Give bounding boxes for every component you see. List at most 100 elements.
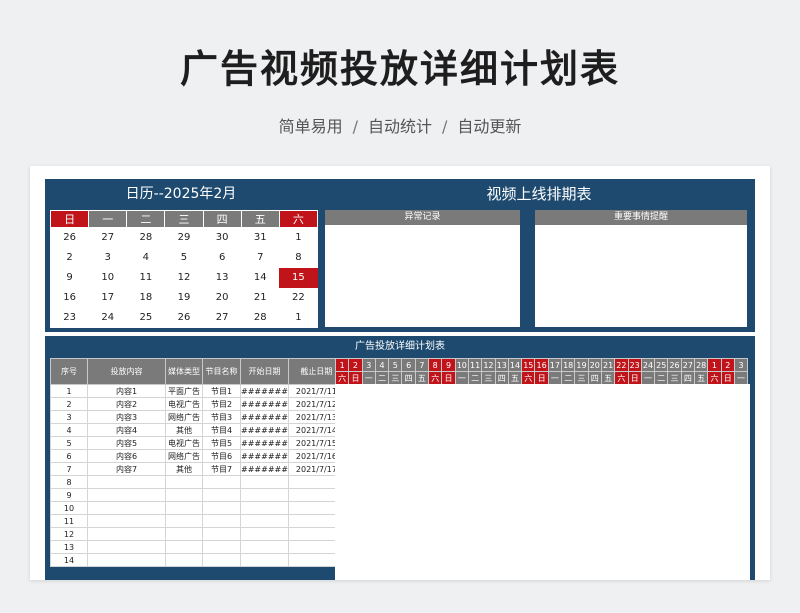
calendar-day[interactable]: 17 — [89, 288, 127, 308]
table-cell[interactable]: 内容5 — [87, 436, 166, 450]
table-cell[interactable]: 节目5 — [202, 436, 241, 450]
table-cell[interactable]: 8 — [50, 475, 88, 489]
table-cell[interactable]: 节目6 — [202, 449, 241, 463]
table-cell[interactable] — [165, 527, 203, 541]
table-cell[interactable]: 5 — [50, 436, 88, 450]
table-cell[interactable]: 网络广告 — [165, 449, 203, 463]
table-cell[interactable] — [202, 553, 241, 567]
table-cell[interactable]: 网络广告 — [165, 410, 203, 424]
table-cell[interactable]: 6 — [50, 449, 88, 463]
calendar-day[interactable]: 9 — [51, 268, 89, 288]
calendar-day[interactable]: 8 — [279, 248, 317, 268]
table-cell[interactable]: 14 — [50, 553, 88, 567]
table-cell[interactable] — [165, 475, 203, 489]
calendar-day-today[interactable]: 15 — [279, 267, 318, 288]
calendar-day[interactable]: 23 — [51, 308, 89, 328]
calendar-day[interactable]: 13 — [203, 268, 241, 288]
table-cell[interactable] — [240, 488, 289, 502]
calendar-day[interactable]: 1 — [279, 308, 317, 328]
calendar-day[interactable]: 26 — [165, 308, 203, 328]
table-cell[interactable]: 4 — [50, 423, 88, 437]
table-cell[interactable] — [87, 553, 166, 567]
calendar-day[interactable]: 19 — [165, 288, 203, 308]
table-cell[interactable]: ####### — [240, 462, 289, 476]
gantt-body[interactable] — [335, 384, 750, 580]
calendar-day[interactable]: 29 — [165, 228, 203, 248]
abnormal-records-box[interactable]: 异常记录 — [325, 210, 520, 327]
table-cell[interactable] — [240, 553, 289, 567]
calendar-day[interactable]: 28 — [127, 228, 165, 248]
table-cell[interactable] — [165, 540, 203, 554]
table-cell[interactable] — [87, 475, 166, 489]
table-cell[interactable]: 3 — [50, 410, 88, 424]
table-cell[interactable] — [202, 540, 241, 554]
table-cell[interactable]: 11 — [50, 514, 88, 528]
table-cell[interactable] — [165, 514, 203, 528]
table-cell[interactable]: ####### — [240, 436, 289, 450]
table-cell[interactable] — [240, 475, 289, 489]
table-cell[interactable]: ####### — [240, 397, 289, 411]
table-cell[interactable]: 1 — [50, 384, 88, 398]
calendar-day[interactable]: 31 — [241, 228, 279, 248]
table-cell[interactable] — [165, 501, 203, 515]
calendar-day[interactable]: 21 — [241, 288, 279, 308]
table-cell[interactable] — [240, 540, 289, 554]
table-cell[interactable]: 内容2 — [87, 397, 166, 411]
table-cell[interactable] — [202, 514, 241, 528]
table-cell[interactable] — [240, 501, 289, 515]
table-cell[interactable] — [87, 514, 166, 528]
calendar-day[interactable]: 18 — [127, 288, 165, 308]
calendar-day[interactable]: 20 — [203, 288, 241, 308]
table-cell[interactable]: 其他 — [165, 423, 203, 437]
table-cell[interactable]: 13 — [50, 540, 88, 554]
table-cell[interactable] — [240, 514, 289, 528]
important-reminders-box[interactable]: 重要事情提醒 — [535, 210, 747, 327]
table-cell[interactable]: 节目1 — [202, 384, 241, 398]
calendar-day[interactable]: 27 — [203, 308, 241, 328]
table-cell[interactable] — [165, 553, 203, 567]
table-cell[interactable]: 内容7 — [87, 462, 166, 476]
calendar-day[interactable]: 30 — [203, 228, 241, 248]
table-cell[interactable] — [87, 488, 166, 502]
calendar-day[interactable]: 1 — [279, 228, 317, 248]
table-cell[interactable]: 10 — [50, 501, 88, 515]
table-cell[interactable] — [202, 488, 241, 502]
calendar-day[interactable]: 6 — [203, 248, 241, 268]
calendar-day[interactable]: 14 — [241, 268, 279, 288]
table-cell[interactable]: 9 — [50, 488, 88, 502]
table-cell[interactable]: 电视广告 — [165, 397, 203, 411]
table-cell[interactable]: 节目4 — [202, 423, 241, 437]
table-cell[interactable] — [87, 540, 166, 554]
table-cell[interactable]: 内容6 — [87, 449, 166, 463]
calendar-day[interactable]: 3 — [89, 248, 127, 268]
calendar-day[interactable]: 24 — [89, 308, 127, 328]
table-cell[interactable]: 2 — [50, 397, 88, 411]
calendar-day[interactable]: 27 — [89, 228, 127, 248]
calendar-day[interactable]: 26 — [51, 228, 89, 248]
table-cell[interactable]: ####### — [240, 410, 289, 424]
calendar-day[interactable]: 10 — [89, 268, 127, 288]
table-cell[interactable]: 内容4 — [87, 423, 166, 437]
table-cell[interactable] — [87, 501, 166, 515]
calendar-day[interactable]: 7 — [241, 248, 279, 268]
calendar-day[interactable]: 22 — [279, 288, 317, 308]
table-cell[interactable] — [87, 527, 166, 541]
table-cell[interactable]: 电视广告 — [165, 436, 203, 450]
calendar-day[interactable]: 28 — [241, 308, 279, 328]
table-cell[interactable]: ####### — [240, 384, 289, 398]
table-cell[interactable]: 节目7 — [202, 462, 241, 476]
table-cell[interactable]: 平面广告 — [165, 384, 203, 398]
table-cell[interactable]: 内容1 — [87, 384, 166, 398]
table-cell[interactable] — [165, 488, 203, 502]
table-cell[interactable]: 其他 — [165, 462, 203, 476]
table-cell[interactable]: 节目2 — [202, 397, 241, 411]
table-cell[interactable]: 内容3 — [87, 410, 166, 424]
calendar-day[interactable]: 25 — [127, 308, 165, 328]
table-cell[interactable] — [202, 501, 241, 515]
table-cell[interactable] — [240, 527, 289, 541]
table-cell[interactable]: 节目3 — [202, 410, 241, 424]
calendar-day[interactable]: 16 — [51, 288, 89, 308]
table-cell[interactable] — [202, 527, 241, 541]
table-cell[interactable]: ####### — [240, 423, 289, 437]
table-cell[interactable]: ####### — [240, 449, 289, 463]
